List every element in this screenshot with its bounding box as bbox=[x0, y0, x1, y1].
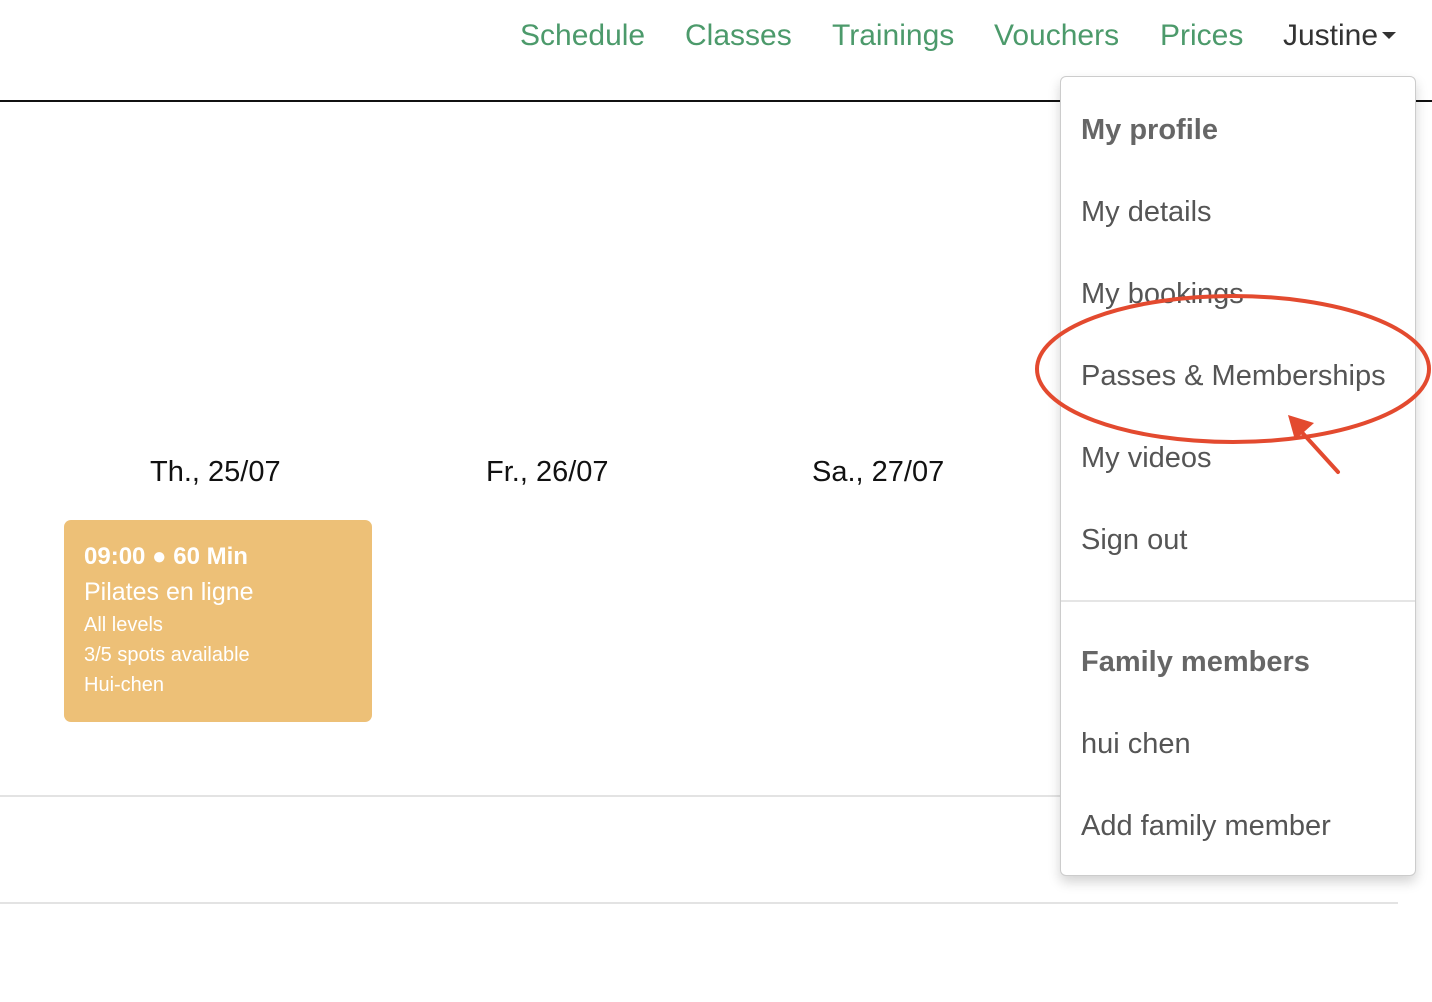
caret-down-icon bbox=[1382, 31, 1397, 39]
user-dropdown-menu: My profile My details My bookings Passes… bbox=[1060, 76, 1416, 876]
my-profile-header: My profile bbox=[1081, 114, 1218, 146]
class-title: Pilates en ligne bbox=[84, 578, 254, 606]
nav-prices-link[interactable]: Prices bbox=[1160, 18, 1243, 54]
menu-item-my-bookings[interactable]: My bookings bbox=[1081, 276, 1244, 312]
menu-item-my-videos[interactable]: My videos bbox=[1081, 440, 1212, 476]
menu-item-add-family-member[interactable]: Add family member bbox=[1081, 808, 1331, 844]
menu-item-my-details[interactable]: My details bbox=[1081, 194, 1212, 230]
class-time: 09:00 ● 60 Min bbox=[84, 543, 248, 570]
page: Schedule Classes Trainings Vouchers Pric… bbox=[0, 0, 1432, 1002]
class-card[interactable]: 09:00 ● 60 Min Pilates en ligne All leve… bbox=[64, 520, 372, 722]
day-header-saturday: Sa., 27/07 bbox=[812, 456, 945, 488]
menu-item-family-hui-chen[interactable]: hui chen bbox=[1081, 726, 1191, 762]
menu-item-passes-memberships[interactable]: Passes & Memberships bbox=[1081, 358, 1386, 394]
day-header-friday: Fr., 26/07 bbox=[486, 456, 609, 488]
day-header-thursday: Th., 25/07 bbox=[150, 456, 281, 488]
menu-item-sign-out[interactable]: Sign out bbox=[1081, 522, 1187, 558]
menu-divider bbox=[1061, 600, 1415, 602]
class-instructor: Hui-chen bbox=[84, 674, 165, 696]
family-members-header: Family members bbox=[1081, 646, 1310, 678]
nav-schedule-link[interactable]: Schedule bbox=[520, 18, 645, 54]
user-menu-toggle[interactable]: Justine bbox=[1283, 18, 1397, 54]
footer-divider bbox=[0, 902, 1398, 904]
nav-classes-link[interactable]: Classes bbox=[685, 18, 792, 54]
user-name: Justine bbox=[1283, 19, 1379, 52]
class-level: All levels bbox=[84, 614, 163, 636]
nav-trainings-link[interactable]: Trainings bbox=[832, 18, 954, 54]
nav-vouchers-link[interactable]: Vouchers bbox=[994, 18, 1119, 54]
schedule-divider bbox=[0, 795, 1070, 797]
top-navigation: Schedule Classes Trainings Vouchers Pric… bbox=[0, 0, 1432, 72]
class-spots: 3/5 spots available bbox=[84, 644, 250, 666]
